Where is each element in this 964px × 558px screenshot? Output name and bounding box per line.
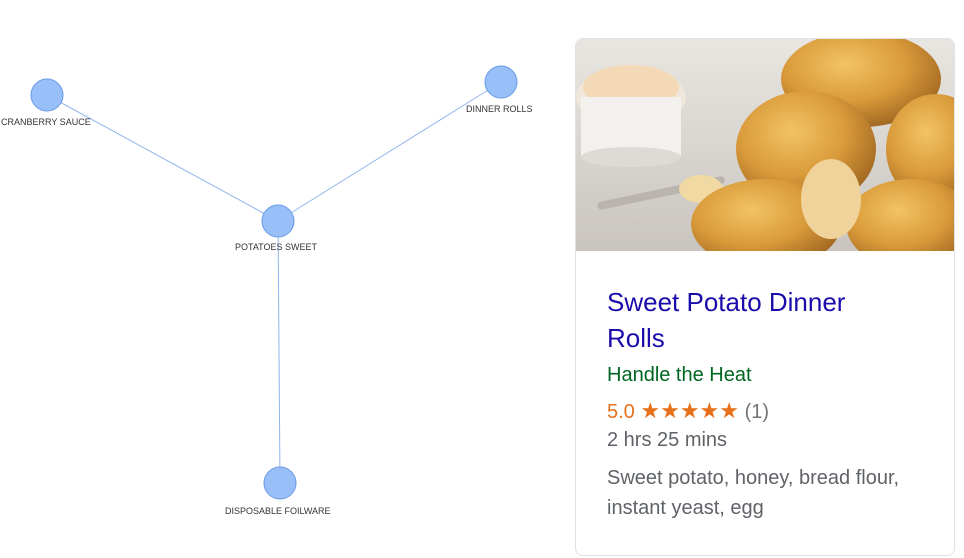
- edge-potatoes-dinner: [277, 81, 502, 222]
- star-rating-icon: ★★★★★: [640, 398, 739, 423]
- graph-nodes: [30, 65, 518, 500]
- node-dinner-rolls[interactable]: [484, 65, 518, 99]
- node-disposable-foilware[interactable]: [263, 466, 297, 500]
- node-cranberry-sauce[interactable]: [30, 78, 64, 112]
- node-label-disposable-foilware: DISPOSABLE FOILWARE: [225, 506, 331, 516]
- node-potatoes-sweet[interactable]: [261, 204, 295, 238]
- graph-labels: CRANBERRY SAUCE DINNER ROLLS POTATOES SW…: [1, 104, 533, 516]
- graph-edges: [46, 81, 502, 484]
- ingredients-summary: Sweet potato, honey, bread flour, instan…: [607, 467, 900, 519]
- recipe-title-link[interactable]: Sweet Potato Dinner Rolls: [607, 284, 907, 356]
- edge-potatoes-cranberry: [46, 94, 279, 222]
- ingredient-graph: CRANBERRY SAUCE DINNER ROLLS POTATOES SW…: [1, 65, 533, 516]
- recipe-photo[interactable]: [576, 39, 955, 251]
- cook-time: 2 hrs 25 mins: [607, 429, 728, 451]
- node-label-dinner-rolls: DINNER ROLLS: [466, 104, 533, 114]
- node-label-cranberry-sauce: CRANBERRY SAUCE: [1, 117, 91, 127]
- rating-value: 5.0: [607, 401, 635, 423]
- recipe-source: Handle the Heat: [607, 364, 752, 386]
- recipe-card[interactable]: Sweet Potato Dinner Rolls Handle the Hea…: [575, 38, 955, 556]
- edge-potatoes-foilware: [277, 220, 281, 484]
- rating-row: 5.0 ★★★★★ (1): [607, 398, 934, 425]
- review-count: (1): [744, 401, 770, 423]
- node-label-potatoes-sweet: POTATOES SWEET: [235, 242, 318, 252]
